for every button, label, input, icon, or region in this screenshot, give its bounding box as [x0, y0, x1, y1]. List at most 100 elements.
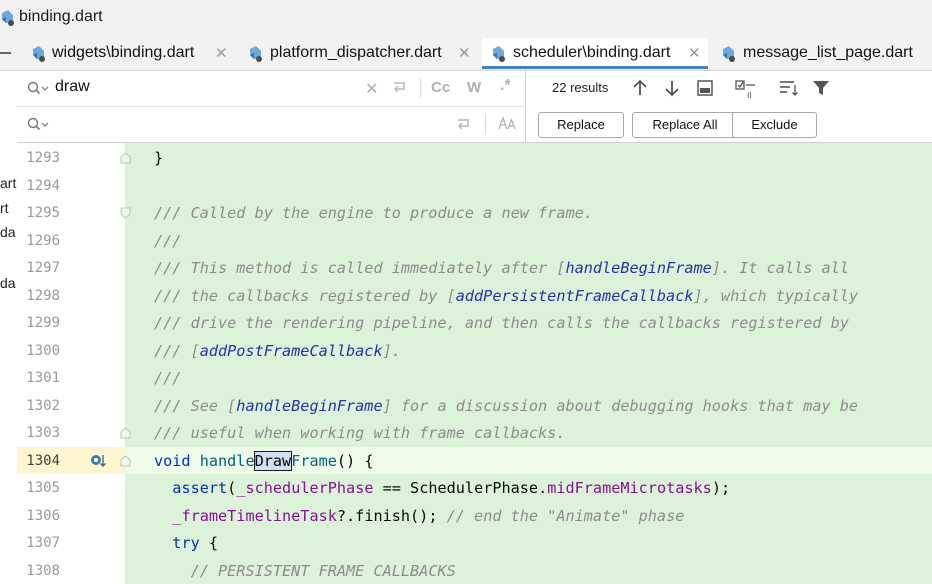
code-line[interactable]: 1295 /// Called by the engine to produce … [17, 199, 932, 227]
code-line[interactable]: 1306 _frameTimelineTask?.finish(); // en… [17, 502, 932, 530]
close-icon[interactable]: ✕ [215, 44, 228, 62]
fold-marker-icon[interactable] [120, 151, 131, 169]
code-line[interactable]: 1302 /// See [handleBeginFrame] for a dis… [17, 392, 932, 420]
line-number[interactable]: 1301 [17, 370, 60, 386]
dart-file-icon [721, 45, 737, 68]
replace-input[interactable] [53, 113, 357, 133]
project-item-fragment[interactable]: da [0, 275, 16, 291]
tab-widgets-binding[interactable]: widgets\binding.dart ✕ [22, 38, 238, 69]
code-text[interactable]: /// See [handleBeginFrame] for a discuss… [154, 397, 858, 415]
code-token: Frame [291, 451, 337, 470]
preserve-case-icon[interactable] [497, 115, 517, 135]
line-number[interactable]: 1304 [17, 453, 60, 469]
line-number[interactable]: 1295 [17, 205, 60, 221]
code-line[interactable]: 1303 /// useful when working with frame c… [17, 419, 932, 447]
select-all-occurrences-icon[interactable] [696, 79, 714, 102]
code-token: /// useful when working with frame callb… [154, 424, 566, 442]
line-number[interactable]: 1306 [17, 508, 60, 524]
code-line[interactable]: 1301 /// [17, 364, 932, 392]
tab-scheduler-binding[interactable]: scheduler\binding.dart ✕ [482, 38, 708, 69]
project-panel-edge: art rt da da [0, 143, 17, 584]
code-editor[interactable]: 1293} 1294 1295 /// Called by the engine to… [17, 143, 932, 584]
fold-marker-icon[interactable] [120, 426, 131, 444]
find-input[interactable] [53, 77, 357, 97]
code-text[interactable]: assert(_schedulerPhase == SchedulerPhase… [154, 479, 730, 497]
code-token: ]. It calls all [711, 259, 849, 277]
line-number[interactable]: 1298 [17, 288, 60, 304]
replace-history-icon[interactable] [27, 117, 49, 136]
code-text[interactable]: /// [addPostFrameCallback]. [154, 342, 401, 360]
dart-file-icon [31, 45, 47, 68]
fold-marker-icon[interactable] [120, 206, 131, 224]
line-number[interactable]: 1294 [17, 178, 60, 194]
code-token: { [199, 534, 219, 552]
code-text[interactable]: /// drive the rendering pipeline, and th… [154, 314, 849, 332]
code-text[interactable]: /// the callbacks registered by [addPers… [154, 287, 858, 305]
code-text[interactable]: /// useful when working with frame callb… [154, 424, 565, 442]
sort-lines-icon[interactable] [779, 79, 799, 102]
project-item-fragment[interactable]: da [0, 224, 16, 240]
filter-icon[interactable] [812, 79, 830, 102]
code-line[interactable]: 1297 /// This method is called immediatel… [17, 254, 932, 282]
words-toggle[interactable]: W [467, 79, 481, 96]
tab-platform-dispatcher[interactable]: platform_dispatcher.dart ✕ [240, 38, 478, 69]
fold-marker-icon[interactable] [120, 454, 131, 472]
code-line[interactable]: 1293} [17, 144, 932, 172]
code-line[interactable]: 1308 // PERSISTENT FRAME CALLBACKS [17, 557, 932, 584]
code-text[interactable]: /// [154, 369, 181, 387]
replace-button[interactable]: Replace [538, 112, 624, 138]
code-text[interactable]: _frameTimelineTask?.finish(); // end the… [154, 507, 684, 525]
code-line[interactable]: 1298 /// the callbacks registered by [add… [17, 282, 932, 310]
filter-search-results-icon[interactable]: II [735, 79, 759, 104]
code-line[interactable]: 1307 try { [17, 529, 932, 557]
line-number[interactable]: 1297 [17, 260, 60, 276]
new-line-icon[interactable] [455, 115, 471, 135]
line-number[interactable]: 1308 [17, 563, 60, 579]
line-number[interactable]: 1293 [17, 150, 60, 166]
line-number[interactable]: 1296 [17, 233, 60, 249]
code-line[interactable]: 1300 /// [addPostFrameCallback]. [17, 337, 932, 365]
code-line[interactable]: 1304 void handleDrawFrame() { [17, 447, 932, 475]
close-icon[interactable]: ✕ [688, 44, 701, 62]
dart-file-icon [248, 45, 264, 68]
exclude-button[interactable]: Exclude [732, 112, 817, 138]
arrow-up-icon[interactable] [631, 79, 649, 102]
override-marker-icon[interactable] [90, 453, 108, 474]
code-token: _schedulerPhase [236, 479, 374, 497]
code-token: addPersistentFrameCallback [455, 286, 694, 305]
line-number[interactable]: 1299 [17, 315, 60, 331]
line-number[interactable]: 1305 [17, 480, 60, 496]
line-number[interactable]: 1300 [17, 343, 60, 359]
code-line[interactable]: 1305 assert(_schedulerPhase == Scheduler… [17, 474, 932, 502]
find-replace-panel: ✕ Cc W .* 22 results II [17, 71, 932, 143]
code-text[interactable]: /// This method is called immediately af… [154, 259, 849, 277]
code-token: addPostFrameCallback [199, 341, 383, 360]
close-icon[interactable]: ✕ [458, 44, 471, 62]
replace-all-button[interactable]: Replace All [632, 112, 738, 138]
line-number[interactable]: 1307 [17, 535, 60, 551]
search-history-icon[interactable] [27, 81, 49, 100]
code-line[interactable]: 1296 /// [17, 227, 932, 255]
code-text[interactable]: /// Called by the engine to produce a ne… [154, 204, 593, 222]
code-text[interactable]: // PERSISTENT FRAME CALLBACKS [154, 562, 456, 580]
new-line-icon[interactable] [391, 78, 407, 98]
project-item-fragment[interactable]: rt [0, 200, 9, 216]
line-number[interactable]: 1303 [17, 425, 60, 441]
code-text[interactable]: /// [154, 232, 181, 250]
code-text[interactable]: void handleDrawFrame() { [154, 450, 373, 471]
code-text[interactable]: } [154, 149, 163, 167]
clear-icon[interactable]: ✕ [365, 79, 378, 99]
arrow-down-icon[interactable] [663, 79, 681, 102]
line-number[interactable]: 1302 [17, 398, 60, 414]
tab-label: message_list_page.dart [743, 44, 913, 61]
code-line[interactable]: 1299 /// drive the rendering pipeline, an… [17, 309, 932, 337]
project-item-fragment[interactable]: art [0, 175, 16, 191]
tab-message-list-page[interactable]: message_list_page.dart [712, 38, 932, 69]
code-text[interactable]: try { [154, 534, 218, 552]
code-token: try [172, 534, 200, 552]
code-line[interactable]: 1294 [17, 172, 932, 200]
regex-toggle[interactable]: .* [500, 77, 511, 95]
match-case-toggle[interactable]: Cc [431, 79, 450, 96]
